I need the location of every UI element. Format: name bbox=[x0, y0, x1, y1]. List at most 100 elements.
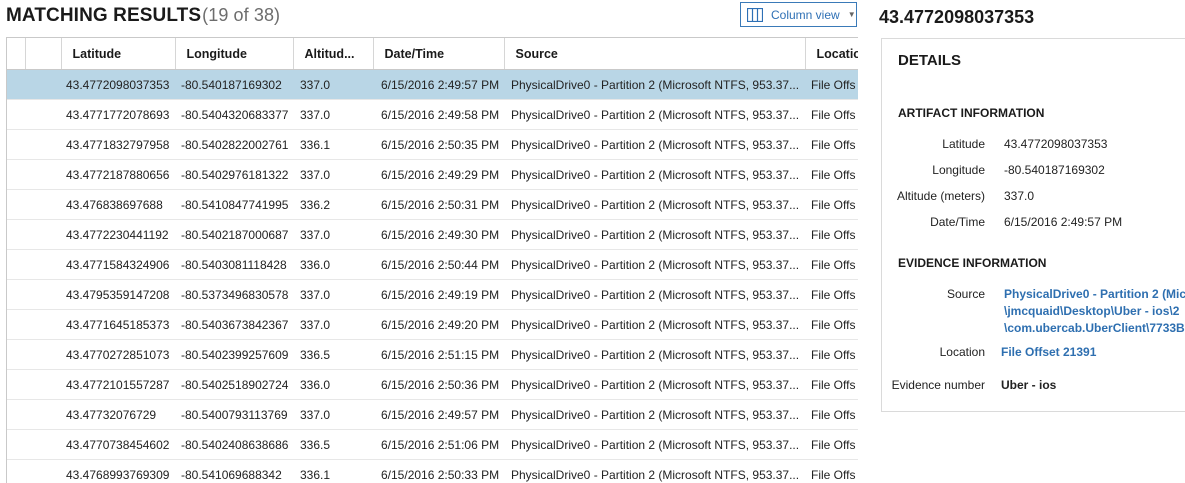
row-selector[interactable] bbox=[25, 160, 61, 190]
cell-datetime: 6/15/2016 2:49:30 PM bbox=[373, 220, 504, 250]
artifact-label-longitude: Longitude bbox=[932, 163, 985, 177]
columns-icon bbox=[747, 8, 763, 22]
source-link-line-3[interactable]: \com.ubercab.UberClient\7733B bbox=[1004, 321, 1185, 335]
cell-longitude: -80.5402822002761 bbox=[175, 130, 293, 160]
row-selector[interactable] bbox=[25, 400, 61, 430]
row-selector[interactable] bbox=[25, 280, 61, 310]
location-label: Location bbox=[940, 345, 985, 359]
cell-altitude: 337.0 bbox=[293, 160, 373, 190]
table-row[interactable]: 43.4771584324906-80.5403081118428336.06/… bbox=[7, 250, 858, 280]
cell-altitude: 336.0 bbox=[293, 370, 373, 400]
cell-datetime: 6/15/2016 2:50:31 PM bbox=[373, 190, 504, 220]
cell-latitude: 43.4768993769309 bbox=[61, 460, 175, 483]
column-header-datetime[interactable]: Date/Time bbox=[373, 38, 504, 70]
cell-datetime: 6/15/2016 2:51:06 PM bbox=[373, 430, 504, 460]
column-view-button[interactable]: Column view ▼ bbox=[740, 2, 857, 27]
cell-datetime: 6/15/2016 2:49:58 PM bbox=[373, 100, 504, 130]
row-selector[interactable] bbox=[25, 340, 61, 370]
row-selector[interactable] bbox=[25, 310, 61, 340]
location-link[interactable]: File Offset 21391 bbox=[1001, 345, 1096, 359]
cell-latitude: 43.4771645185373 bbox=[61, 310, 175, 340]
cell-source: PhysicalDrive0 - Partition 2 (Microsoft … bbox=[504, 130, 805, 160]
row-selector[interactable] bbox=[25, 100, 61, 130]
table-row[interactable]: 43.4768993769309-80.541069688342336.16/1… bbox=[7, 460, 858, 483]
row-selector[interactable] bbox=[25, 430, 61, 460]
cell-source: PhysicalDrive0 - Partition 2 (Microsoft … bbox=[504, 250, 805, 280]
cell-source: PhysicalDrive0 - Partition 2 (Microsoft … bbox=[504, 70, 805, 100]
table-row[interactable]: 43.47732076729-80.5400793113769337.06/15… bbox=[7, 400, 858, 430]
table-row[interactable]: 43.4771645185373-80.5403673842367337.06/… bbox=[7, 310, 858, 340]
row-selector[interactable] bbox=[25, 460, 61, 483]
table-row[interactable]: 43.4771772078693-80.5404320683377337.06/… bbox=[7, 100, 858, 130]
artifact-value-altitude: 337.0 bbox=[1004, 189, 1034, 203]
cell-location: File Offs bbox=[805, 100, 858, 130]
cell-longitude: -80.5404320683377 bbox=[175, 100, 293, 130]
row-spacer bbox=[7, 250, 25, 280]
cell-altitude: 337.0 bbox=[293, 70, 373, 100]
table-row[interactable]: 43.4772230441192-80.5402187000687337.06/… bbox=[7, 220, 858, 250]
cell-location: File Offs bbox=[805, 130, 858, 160]
column-header-location[interactable]: Locatio bbox=[805, 38, 858, 70]
table-row[interactable]: 43.4770272851073-80.5402399257609336.56/… bbox=[7, 340, 858, 370]
source-link-line-1[interactable]: PhysicalDrive0 - Partition 2 (Mic bbox=[1004, 287, 1185, 301]
column-header-latitude[interactable]: Latitude bbox=[61, 38, 175, 70]
artifact-value-latitude: 43.4772098037353 bbox=[1004, 137, 1107, 151]
column-header-altitude[interactable]: Altitud... bbox=[293, 38, 373, 70]
cell-latitude: 43.4770272851073 bbox=[61, 340, 175, 370]
page-title-text: MATCHING RESULTS bbox=[6, 5, 201, 26]
details-panel: DETAILS ARTIFACT INFORMATION Latitude 43… bbox=[881, 38, 1185, 412]
table-row[interactable]: 43.4772098037353-80.540187169302337.06/1… bbox=[7, 70, 858, 100]
artifact-label-datetime: Date/Time bbox=[930, 215, 985, 229]
cell-longitude: -80.5410847741995 bbox=[175, 190, 293, 220]
cell-longitude: -80.5402518902724 bbox=[175, 370, 293, 400]
cell-latitude: 43.47732076729 bbox=[61, 400, 175, 430]
cell-location: File Offs bbox=[805, 340, 858, 370]
evidence-section-title: EVIDENCE INFORMATION bbox=[898, 256, 1046, 270]
cell-datetime: 6/15/2016 2:50:33 PM bbox=[373, 460, 504, 483]
cell-longitude: -80.5402399257609 bbox=[175, 340, 293, 370]
selected-item-title: 43.4772098037353 bbox=[879, 7, 1034, 28]
row-spacer bbox=[7, 430, 25, 460]
evidence-number-label: Evidence number bbox=[892, 378, 985, 392]
table-row[interactable]: 43.4772101557287-80.5402518902724336.06/… bbox=[7, 370, 858, 400]
result-count: (19 of 38) bbox=[202, 5, 280, 25]
cell-source: PhysicalDrive0 - Partition 2 (Microsoft … bbox=[504, 280, 805, 310]
table-row[interactable]: 43.4770738454602-80.5402408638686336.56/… bbox=[7, 430, 858, 460]
row-selector[interactable] bbox=[25, 220, 61, 250]
table-row[interactable]: 43.476838697688-80.5410847741995336.26/1… bbox=[7, 190, 858, 220]
row-selector[interactable] bbox=[25, 370, 61, 400]
column-view-label: Column view bbox=[771, 8, 840, 22]
table-row[interactable]: 43.4772187880656-80.5402976181322337.06/… bbox=[7, 160, 858, 190]
column-header-source[interactable]: Source bbox=[504, 38, 805, 70]
cell-datetime: 6/15/2016 2:49:29 PM bbox=[373, 160, 504, 190]
cell-altitude: 337.0 bbox=[293, 220, 373, 250]
row-spacer bbox=[7, 130, 25, 160]
row-spacer bbox=[7, 100, 25, 130]
table-row[interactable]: 43.4795359147208-80.5373496830578337.06/… bbox=[7, 280, 858, 310]
cell-altitude: 336.0 bbox=[293, 250, 373, 280]
row-selector[interactable] bbox=[25, 130, 61, 160]
row-spacer bbox=[7, 460, 25, 483]
header-selector[interactable] bbox=[25, 38, 61, 70]
row-spacer bbox=[7, 220, 25, 250]
cell-altitude: 337.0 bbox=[293, 100, 373, 130]
row-spacer bbox=[7, 370, 25, 400]
source-link-line-2[interactable]: \jmcquaid\Desktop\Uber - ios\2 bbox=[1004, 304, 1179, 318]
cell-datetime: 6/15/2016 2:50:36 PM bbox=[373, 370, 504, 400]
cell-source: PhysicalDrive0 - Partition 2 (Microsoft … bbox=[504, 160, 805, 190]
column-header-longitude[interactable]: Longitude bbox=[175, 38, 293, 70]
table-row[interactable]: 43.4771832797958-80.5402822002761336.16/… bbox=[7, 130, 858, 160]
row-selector[interactable] bbox=[25, 70, 61, 100]
cell-datetime: 6/15/2016 2:50:44 PM bbox=[373, 250, 504, 280]
cell-longitude: -80.5403673842367 bbox=[175, 310, 293, 340]
artifact-value-datetime: 6/15/2016 2:49:57 PM bbox=[1004, 215, 1122, 229]
results-grid[interactable]: Latitude Longitude Altitud... Date/Time … bbox=[6, 37, 858, 483]
cell-longitude: -80.5402187000687 bbox=[175, 220, 293, 250]
cell-source: PhysicalDrive0 - Partition 2 (Microsoft … bbox=[504, 460, 805, 483]
cell-altitude: 336.1 bbox=[293, 460, 373, 483]
cell-source: PhysicalDrive0 - Partition 2 (Microsoft … bbox=[504, 190, 805, 220]
cell-longitude: -80.5402408638686 bbox=[175, 430, 293, 460]
row-selector[interactable] bbox=[25, 250, 61, 280]
row-selector[interactable] bbox=[25, 190, 61, 220]
artifact-section-title: ARTIFACT INFORMATION bbox=[898, 106, 1044, 120]
